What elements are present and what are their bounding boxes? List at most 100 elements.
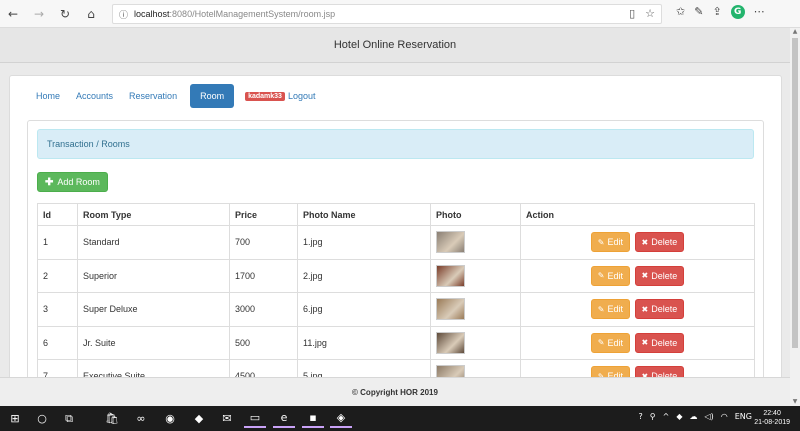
more-icon[interactable]: ⋯ xyxy=(754,5,765,19)
wifi-icon[interactable]: ◠ xyxy=(721,412,728,421)
taskbar: ⊞ ○ ⧉ 🛍 ∞ ◉ ◆ ✉ ▭ e ▪ ◈ ? ⚲ ^ ◆ ☁ ◁) ◠ E… xyxy=(0,406,800,431)
extension-icon[interactable]: G xyxy=(730,5,745,19)
cell-photo-name: 1.jpg xyxy=(297,225,431,260)
add-room-button[interactable]: ✚ Add Room xyxy=(37,172,108,192)
volume-icon[interactable]: ◁) xyxy=(704,412,713,421)
delete-label: Delete xyxy=(651,337,678,348)
table-row: 1 Standard 700 1.jpg ✎ Edit ✖ Delete xyxy=(37,225,755,260)
room-photo-thumbnail xyxy=(436,331,465,354)
nav-tabs: Home Accounts Reservation Room kadamk33 … xyxy=(28,84,315,108)
cell-photo-name: 6.jpg xyxy=(297,292,431,327)
footer: © Copyright HOR 2019 xyxy=(0,377,790,406)
help-icon[interactable]: ? xyxy=(639,412,643,421)
info-icon[interactable]: ⓘ xyxy=(119,8,128,21)
cell-price: 1700 xyxy=(229,258,298,293)
delete-icon: ✖ xyxy=(641,338,649,348)
cell-photo xyxy=(430,292,521,327)
edit-button[interactable]: ✎Edit xyxy=(590,265,630,286)
delete-icon: ✖ xyxy=(641,304,649,314)
chevron-up-icon[interactable]: ^ xyxy=(663,412,670,421)
mail-icon[interactable]: ✉ xyxy=(216,409,238,428)
cell-photo xyxy=(430,225,521,260)
cell-id: 1 xyxy=(37,225,78,260)
clock-date: 21-08-2019 xyxy=(754,419,790,426)
store-icon[interactable]: 🛍 xyxy=(101,409,123,428)
site-header: Hotel Online Reservation xyxy=(0,28,790,63)
header-room-type: Room Type xyxy=(77,203,230,226)
room-photo-thumbnail xyxy=(436,298,465,321)
dropbox-tray-icon[interactable]: ◆ xyxy=(676,412,682,421)
cell-id: 2 xyxy=(37,258,78,293)
cell-room-type: Jr. Suite xyxy=(77,325,230,360)
terminal-icon[interactable]: ▪ xyxy=(302,409,324,428)
main-panel: Home Accounts Reservation Room kadamk33 … xyxy=(9,75,782,406)
content-box: Transaction / Rooms ✚ Add Room Id Room T… xyxy=(27,120,764,406)
favorite-star-icon[interactable]: ☆ xyxy=(645,7,655,20)
cloud-icon[interactable]: ☁ xyxy=(689,412,697,421)
add-room-label: Add Room xyxy=(57,177,100,187)
scroll-down-icon[interactable]: ▼ xyxy=(791,398,799,406)
cell-action: ✎Edit ✖Delete xyxy=(520,225,755,260)
url-host: localhost xyxy=(134,9,170,19)
chrome-icon[interactable]: ◉ xyxy=(159,409,181,428)
edit-button[interactable]: ✎Edit xyxy=(590,232,630,253)
site-title: Hotel Online Reservation xyxy=(333,39,457,51)
edit-label: Edit xyxy=(607,237,623,248)
scrollbar[interactable]: ▲ ▼ xyxy=(790,28,800,406)
cell-action: ✎Edit ✖Delete xyxy=(520,325,755,360)
edit-icon: ✎ xyxy=(597,271,605,281)
edit-button[interactable]: ✎Edit xyxy=(590,332,630,353)
delete-button[interactable]: ✖Delete xyxy=(634,265,685,286)
plus-icon: ✚ xyxy=(45,176,54,188)
forward-icon[interactable]: → xyxy=(30,5,48,23)
delete-button[interactable]: ✖Delete xyxy=(634,299,685,320)
app-icon[interactable]: ◈ xyxy=(330,409,352,428)
cell-room-type: Superior xyxy=(77,258,230,293)
cell-room-type: Super Deluxe xyxy=(77,292,230,327)
people-icon[interactable]: ⚲ xyxy=(650,412,656,421)
edge-icon[interactable]: e xyxy=(273,409,295,428)
dropbox-icon[interactable]: ◆ xyxy=(188,409,210,428)
cell-photo-name: 11.jpg xyxy=(297,325,431,360)
delete-button[interactable]: ✖Delete xyxy=(634,232,685,253)
browser-toolbar: ← → ↻ ⌂ ⓘ localhost :8080/HotelManagemen… xyxy=(0,0,800,28)
nav-reservation[interactable]: Reservation xyxy=(121,84,185,108)
infinity-app-icon[interactable]: ∞ xyxy=(130,409,152,428)
task-view-icon[interactable]: ⧉ xyxy=(58,409,80,428)
address-bar[interactable]: ⓘ localhost :8080/HotelManagementSystem/… xyxy=(112,4,662,24)
cell-photo xyxy=(430,325,521,360)
language-indicator[interactable]: ENG xyxy=(735,412,752,421)
edit-label: Edit xyxy=(607,337,623,348)
file-explorer-icon[interactable]: ▭ xyxy=(244,409,266,428)
pen-icon[interactable]: ✎ xyxy=(694,5,703,19)
refresh-icon[interactable]: ↻ xyxy=(56,5,74,23)
room-photo-thumbnail xyxy=(436,231,465,254)
nav-accounts[interactable]: Accounts xyxy=(68,84,121,108)
delete-label: Delete xyxy=(651,237,678,248)
delete-button[interactable]: ✖Delete xyxy=(634,332,685,353)
cortana-icon[interactable]: ○ xyxy=(31,409,53,428)
clock[interactable]: 22:40 21-08-2019 xyxy=(754,409,790,427)
nav-room[interactable]: Room xyxy=(190,84,235,108)
room-photo-thumbnail xyxy=(436,264,465,287)
header-photo-name: Photo Name xyxy=(297,203,431,226)
logout-link[interactable]: Logout xyxy=(288,91,316,101)
delete-icon: ✖ xyxy=(641,271,649,281)
back-icon[interactable]: ← xyxy=(4,5,22,23)
scroll-thumb[interactable] xyxy=(792,38,798,348)
edit-button[interactable]: ✎Edit xyxy=(590,299,630,320)
table-row: 2 Superior 1700 2.jpg ✎ Edit ✖ Delete xyxy=(37,258,755,293)
table-row: 6 Jr. Suite 500 11.jpg ✎ Edit ✖ Delete xyxy=(37,325,755,360)
reading-view-icon[interactable]: ▯ xyxy=(629,7,635,20)
nav-home[interactable]: Home xyxy=(28,84,68,108)
edit-label: Edit xyxy=(607,270,623,281)
share-icon[interactable]: ⇪ xyxy=(712,5,721,19)
cell-action: ✎Edit ✖Delete xyxy=(520,258,755,293)
system-tray: ? ⚲ ^ ◆ ☁ ◁) ◠ ENG xyxy=(639,412,752,421)
windows-start-icon[interactable]: ⊞ xyxy=(4,409,26,428)
scroll-up-icon[interactable]: ▲ xyxy=(791,28,799,36)
cell-price: 500 xyxy=(229,325,298,360)
favorites-icon[interactable]: ✩ xyxy=(676,5,685,19)
edit-icon: ✎ xyxy=(597,304,605,314)
home-icon[interactable]: ⌂ xyxy=(82,5,100,23)
